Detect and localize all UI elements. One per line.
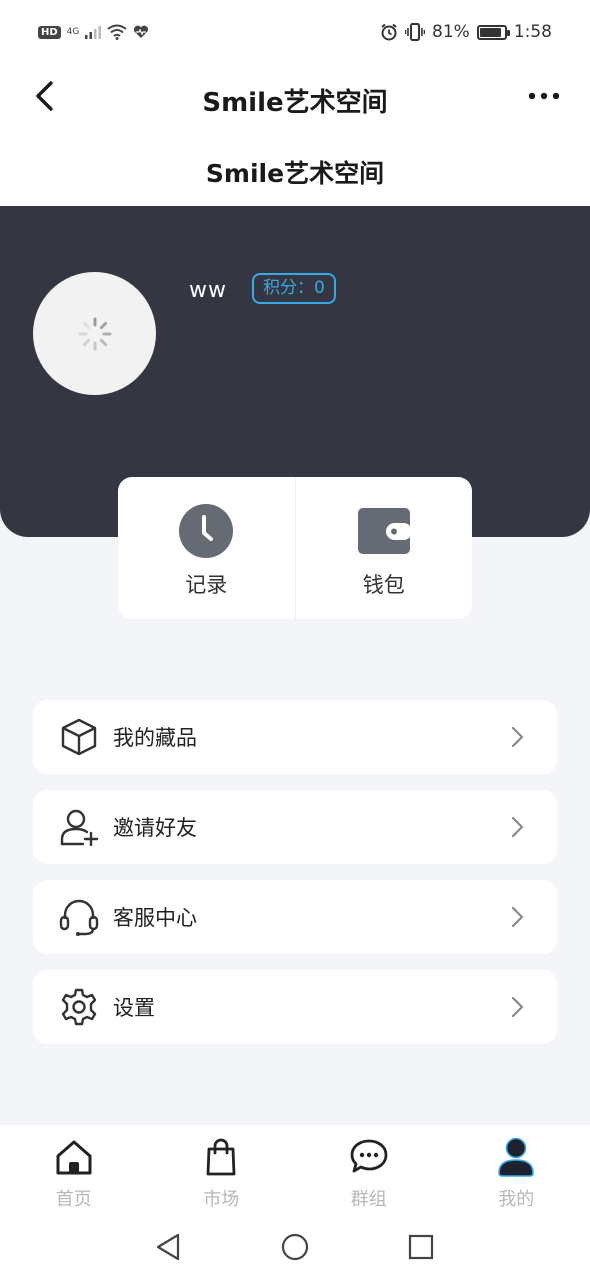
system-back-icon[interactable] bbox=[154, 1232, 184, 1262]
bottom-tab-bar: 首页 市场 群组 我的 bbox=[0, 1125, 590, 1220]
records-label: 记录 bbox=[185, 573, 228, 597]
chevron-right-icon bbox=[511, 906, 524, 928]
username: ww bbox=[189, 278, 227, 303]
status-right: 81% 1:58 bbox=[380, 22, 552, 42]
wifi-icon bbox=[107, 24, 127, 40]
home-icon bbox=[56, 1140, 92, 1175]
tab-groups[interactable]: 群组 bbox=[295, 1125, 443, 1220]
tab-home[interactable]: 首页 bbox=[0, 1125, 148, 1220]
wallet-button[interactable]: 钱包 bbox=[294, 477, 473, 619]
signal-icon bbox=[85, 26, 102, 39]
menu-label-invite: 邀请好友 bbox=[113, 816, 197, 840]
menu-item-invite[interactable]: 邀请好友 bbox=[33, 790, 557, 864]
tab-label-home: 首页 bbox=[55, 1189, 92, 1210]
heart-monitor-icon bbox=[134, 25, 149, 38]
menu-label-settings: 设置 bbox=[113, 996, 155, 1020]
menu-item-collection[interactable]: 我的藏品 bbox=[33, 700, 557, 774]
wallet-icon bbox=[357, 508, 412, 554]
add-user-icon bbox=[60, 809, 99, 847]
chat-icon bbox=[350, 1139, 388, 1173]
wallet-label: 钱包 bbox=[362, 573, 405, 597]
menu-item-settings[interactable]: 设置 bbox=[33, 970, 557, 1044]
headset-icon bbox=[59, 899, 99, 936]
chevron-right-icon bbox=[511, 816, 524, 838]
network-type: 4G bbox=[66, 27, 80, 37]
clock-icon bbox=[179, 504, 234, 558]
box-icon bbox=[61, 718, 97, 756]
clock-time: 1:58 bbox=[513, 22, 552, 42]
hd-badge: HD bbox=[38, 25, 61, 39]
points-badge: 积分：0 bbox=[252, 273, 336, 304]
tab-market[interactable]: 市场 bbox=[148, 1125, 296, 1220]
battery-percent: 81% bbox=[432, 22, 470, 42]
system-nav-bar bbox=[0, 1220, 590, 1278]
avatar[interactable] bbox=[33, 272, 156, 395]
page-title: Smile艺术空间 bbox=[202, 88, 388, 118]
menu-label-support: 客服中心 bbox=[113, 906, 197, 930]
records-button[interactable]: 记录 bbox=[118, 477, 295, 619]
status-bar: HD 4G 81% 1:58 bbox=[0, 0, 590, 66]
system-recents-icon[interactable] bbox=[406, 1232, 436, 1262]
loading-spinner-icon bbox=[78, 317, 112, 351]
vibrate-icon bbox=[405, 23, 426, 41]
tab-label-mine: 我的 bbox=[498, 1189, 535, 1210]
nav-bar: Smile艺术空间 bbox=[0, 66, 590, 130]
menu-label-collection: 我的藏品 bbox=[113, 726, 197, 750]
tab-label-groups: 群组 bbox=[350, 1189, 387, 1210]
menu-item-support[interactable]: 客服中心 bbox=[33, 880, 557, 954]
quick-actions-card: 记录 钱包 bbox=[118, 477, 472, 619]
chevron-right-icon bbox=[511, 996, 524, 1018]
space-title: Smile艺术空间 bbox=[0, 130, 590, 206]
more-options-icon[interactable] bbox=[526, 84, 562, 108]
shopping-bag-icon bbox=[206, 1138, 236, 1176]
gear-icon bbox=[61, 988, 97, 1026]
system-home-icon[interactable] bbox=[280, 1232, 310, 1262]
alarm-icon bbox=[381, 23, 397, 41]
tab-label-market: 市场 bbox=[203, 1189, 240, 1210]
battery-icon bbox=[476, 24, 510, 40]
chevron-right-icon bbox=[511, 726, 524, 748]
status-left: HD 4G bbox=[38, 24, 149, 40]
tab-mine[interactable]: 我的 bbox=[443, 1125, 590, 1220]
user-icon bbox=[498, 1137, 535, 1177]
